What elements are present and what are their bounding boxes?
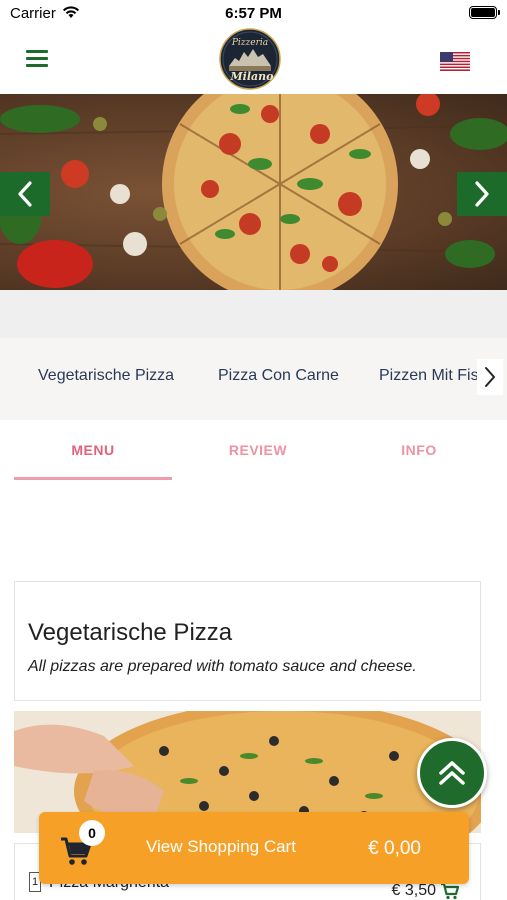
category-next-button[interactable] [477,359,503,395]
chevron-right-icon [475,181,489,207]
pizza-hero-image [0,94,507,290]
cart-label: View Shopping Cart [146,837,296,856]
tab-info[interactable]: INFO [340,442,498,458]
app-header: Pizzeria Milano [0,28,507,94]
restaurant-logo: Pizzeria Milano [219,28,281,90]
section-description: All pizzas are prepared with tomato sauc… [28,658,417,675]
item-price: € 3,50 [391,882,436,899]
section-header-card: Vegetarische Pizza All pizzas are prepar… [14,581,481,701]
tab-active-indicator [14,477,172,480]
logo-text-top: Pizzeria [231,38,268,48]
hamburger-icon[interactable] [26,50,48,67]
status-time: 6:57 PM [225,5,282,22]
tab-menu[interactable]: MENU [14,442,172,458]
us-flag-icon[interactable] [440,52,470,71]
cart-count-badge: 0 [79,820,105,846]
status-bar: Carrier 6:57 PM [0,0,507,28]
section-title: Vegetarische Pizza [28,619,233,646]
scroll-to-top-button[interactable] [417,738,487,808]
spacer-band [0,290,507,338]
tab-review[interactable]: REVIEW [179,442,337,458]
logo-text-bottom: Milano [230,70,274,83]
carousel-next-button[interactable] [457,172,507,216]
chevron-right-icon [485,367,495,387]
category-bar: Vegetarische Pizza Pizza Con Carne Pizze… [0,338,507,420]
category-vegetarische-pizza[interactable]: Vegetarische Pizza [38,367,174,385]
add-to-cart-icon[interactable] [440,882,460,900]
carousel-prev-button[interactable] [0,172,50,216]
category-pizza-con-carne[interactable]: Pizza Con Carne [218,367,339,385]
view-cart-button[interactable]: 0 View Shopping Cart € 0,00 [39,812,469,884]
double-chevron-up-icon [439,761,465,785]
chevron-left-icon [18,181,32,207]
battery-icon [469,6,500,19]
tab-bar: MENU REVIEW INFO [0,422,507,482]
hero-carousel [0,94,507,290]
cart-total: € 0,00 [368,838,421,859]
